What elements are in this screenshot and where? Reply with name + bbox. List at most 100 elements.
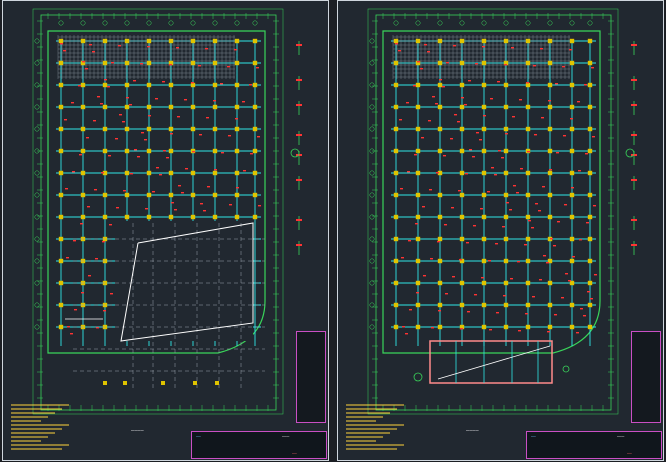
rebar-mark [475, 63, 478, 65]
drawing-sheet-left: ———— ——— —— —— [2, 0, 329, 461]
axis-bubble [569, 20, 575, 26]
column-marker [587, 280, 593, 286]
rebar-mark [476, 132, 479, 134]
rebar-mark [517, 261, 520, 263]
column-marker [80, 192, 86, 198]
rebar-mark [82, 61, 85, 63]
column-marker [459, 236, 465, 242]
axis-bubble [34, 192, 40, 198]
column-marker [161, 381, 165, 385]
rebar-mark [554, 314, 557, 316]
column-marker [415, 126, 421, 132]
rebar-mark [78, 85, 81, 87]
column-marker [437, 324, 443, 330]
rebar-mark [156, 167, 159, 169]
axis-bubble [547, 20, 553, 26]
rebar-mark [395, 43, 398, 45]
detail-rebar [296, 44, 302, 46]
rebar-mark [555, 83, 558, 85]
column-marker [124, 170, 130, 176]
axis-bubble [146, 20, 152, 26]
column-marker [124, 82, 130, 88]
column-marker [481, 148, 487, 154]
rebar-mark [192, 151, 195, 153]
rebar-mark [64, 119, 67, 121]
rebar-mark [103, 310, 106, 312]
title-block-title: ——— [617, 434, 625, 439]
rebar-mark [85, 68, 88, 70]
column-marker [587, 38, 593, 44]
rebar-mark [445, 293, 448, 295]
rebar-mark [446, 62, 449, 64]
column-marker [569, 170, 575, 176]
column-marker [168, 148, 174, 154]
column-marker [58, 104, 64, 110]
column-marker [525, 60, 531, 66]
title-block-firm: —— [196, 434, 201, 439]
column-marker [587, 60, 593, 66]
column-marker [503, 82, 509, 88]
rebar-mark [176, 47, 179, 49]
rebar-mark [437, 241, 440, 243]
rebar-mark [444, 224, 447, 226]
axis-bubble [34, 302, 40, 308]
rebar-mark [198, 65, 201, 67]
rebar-mark [256, 67, 259, 69]
column-marker [547, 214, 553, 220]
general-notes-right [344, 403, 414, 453]
axis-bubble [34, 126, 40, 132]
detail-rebar [296, 244, 302, 246]
rebar-mark [235, 118, 238, 120]
rebar-mark [162, 81, 165, 83]
axis-bubble [459, 20, 465, 26]
axis-bubble [58, 20, 64, 26]
column-marker [437, 82, 443, 88]
rebar-mark [220, 83, 223, 85]
rebar-mark [429, 189, 432, 191]
axis-bubble [369, 236, 375, 242]
dimension-frame [375, 14, 612, 411]
column-marker [124, 60, 130, 66]
column-marker [58, 60, 64, 66]
rebar-mark [468, 80, 471, 82]
rebar-mark [111, 62, 114, 64]
rebar-schedule-table-left [296, 331, 326, 423]
rebar-mark [80, 223, 83, 225]
general-notes-left [9, 403, 79, 453]
axis-bubble [252, 20, 258, 26]
column-marker [234, 60, 240, 66]
rebar-mark [427, 51, 430, 53]
column-marker [102, 214, 108, 220]
column-marker [569, 38, 575, 44]
column-marker [503, 126, 509, 132]
column-marker [58, 192, 64, 198]
column-marker [459, 280, 465, 286]
rebar-mark [140, 63, 143, 65]
column-marker [437, 280, 443, 286]
column-marker [503, 192, 509, 198]
column-marker [503, 324, 509, 330]
rebar-mark [413, 85, 416, 87]
column-marker [525, 104, 531, 110]
column-marker [525, 258, 531, 264]
rebar-mark [169, 64, 172, 66]
column-marker [252, 126, 258, 132]
axis-bubble [80, 20, 86, 26]
column-marker [252, 82, 258, 88]
rebar-mark [539, 279, 542, 281]
rebar-mark [487, 191, 490, 193]
column-marker [459, 38, 465, 44]
title-block-right: ——— —— —— [526, 431, 662, 459]
rebar-mark [541, 117, 544, 119]
column-marker [58, 126, 64, 132]
column-marker [393, 258, 399, 264]
rebar-mark [513, 185, 516, 187]
rebar-mark [72, 171, 75, 173]
rebar-mark [546, 262, 549, 264]
axis-bubble [481, 20, 487, 26]
rebar-mark [60, 43, 63, 45]
rebar-mark [459, 259, 462, 261]
rebar-mark [133, 80, 136, 82]
column-marker [124, 104, 130, 110]
rebar-mark [407, 171, 410, 173]
